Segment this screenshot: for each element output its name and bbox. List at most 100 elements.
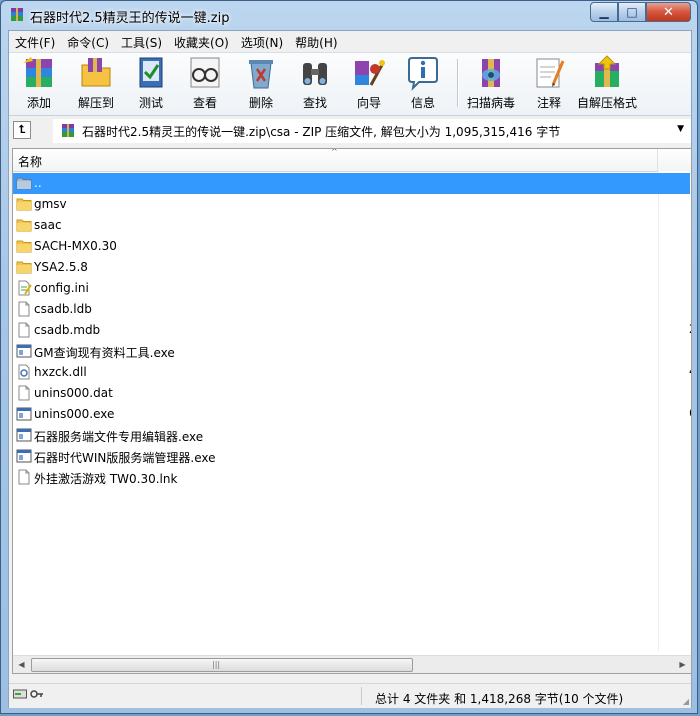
scroll-right-icon[interactable]: ▶ [676,658,689,671]
file-name: unins000.exe [34,407,115,421]
delete-recycle-icon [249,60,273,89]
dll-icon [16,364,32,380]
sfx-button[interactable]: 自解压格式 [575,55,639,113]
window-controls: ▁ □ ✕ [590,2,691,22]
sfx-label: 自解压格式 [576,96,637,110]
column-divider[interactable] [657,149,658,171]
comment-label: 注释 [536,96,561,110]
view-button[interactable]: 查看 [179,55,231,113]
extract-to-label: 解压到 [77,96,114,110]
ini-file-icon [16,280,32,296]
drive-icon[interactable] [13,688,27,700]
file-name: saac [34,218,62,232]
extract-to-button[interactable]: 解压到 [69,55,123,113]
file-name: 石器时代WIN版服务端管理器.exe [34,451,216,465]
file-row[interactable]: YSA2.5.8 [13,257,657,278]
file-icon [16,469,32,485]
menu-file[interactable]: 文件(F) [9,31,61,51]
file-row[interactable]: 外挂激活游戏 TW0.30.lnk [13,467,657,488]
title-bar[interactable]: 石器时代2.5精灵王的传说一键.zip ▁ □ ✕ [1,1,697,29]
find-button[interactable]: 查找 [289,55,341,113]
size-fragment: 6 [689,406,691,420]
scroll-thumb[interactable]: ||| [31,658,413,672]
file-name: csadb.mdb [34,323,101,337]
menu-commands[interactable]: 命令(C) [61,31,115,51]
file-name: 石器服务端文件专用编辑器.exe [34,430,204,444]
menu-bar: 文件(F) 命令(C) 工具(S) 收藏夹(O) 选项(N) 帮助(H) [9,31,691,51]
file-row[interactable]: unins000.exe [13,404,657,425]
add-archive-icon [23,57,52,87]
comment-icon [536,58,565,88]
test-label: 测试 [138,96,163,110]
file-name: unins000.dat [34,386,113,400]
file-name: GM查询现有资料工具.exe [34,346,175,360]
grip-icon: ||| [212,660,221,669]
close-button[interactable]: ✕ [646,2,691,22]
scroll-left-icon[interactable]: ◀ [15,658,28,671]
file-row[interactable]: gmsv [13,194,657,215]
exe-icon [16,427,32,443]
test-button[interactable]: 测试 [125,55,177,113]
menu-favorites[interactable]: 收藏夹(O) [168,31,235,51]
test-icon [139,57,163,88]
address-path-field[interactable]: 石器时代2.5精灵王的传说一键.zip\csa - ZIP 压缩文件, 解包大小… [53,119,691,143]
add-button[interactable]: 添加 [13,55,65,113]
key-icon[interactable] [30,688,44,700]
app-window: 石器时代2.5精灵王的传说一键.zip ▁ □ ✕ 文件(F) 命令(C) 工具… [0,0,698,714]
menu-tools[interactable]: 工具(S) [115,31,168,51]
folder-icon [16,238,32,254]
column-header: 名称 ^ [13,149,691,172]
file-row[interactable]: 石器时代WIN版服务端管理器.exe [13,446,657,467]
file-row[interactable]: GM查询现有资料工具.exe [13,341,657,362]
wizard-button[interactable]: 向导 [343,55,395,113]
folder-icon [16,217,32,233]
add-label: 添加 [26,96,51,110]
delete-button[interactable]: 删除 [235,55,287,113]
close-icon: ✕ [663,4,674,20]
address-path: 石器时代2.5精灵王的传说一键.zip\csa - ZIP 压缩文件, 解包大小… [82,125,561,139]
status-divider [361,687,362,705]
file-row[interactable]: csadb.ldb [13,299,657,320]
size-fragment: 2 [689,322,691,336]
resize-grip-icon[interactable]: ◢ [683,697,689,706]
folder-icon [16,259,32,275]
minimize-icon: ▁ [599,5,609,19]
file-row[interactable]: 石器服务端文件专用编辑器.exe [13,425,657,446]
menu-help[interactable]: 帮助(H) [289,31,343,51]
file-row[interactable]: saac [13,215,657,236]
minimize-button[interactable]: ▁ [590,2,618,22]
menu-options[interactable]: 选项(N) [235,31,289,51]
file-row[interactable]: hxzck.dll [13,362,657,383]
wizard-icon [355,60,385,86]
column-name-header[interactable]: 名称 [18,153,42,170]
file-row[interactable]: config.ini [13,278,657,299]
extract-folder-icon [81,58,111,87]
comment-button[interactable]: 注释 [523,55,575,113]
up-arrow-icon: ⮤ [18,123,26,136]
file-name: YSA2.5.8 [34,260,88,274]
virus-scan-button[interactable]: 扫描病毒 [461,55,521,113]
toolbar: 添加 解压到 测试 查看 删除 查找 向导 信息 扫描病毒 注释 自解压格式 [9,52,691,116]
exe-icon [16,406,32,422]
horizontal-scrollbar[interactable]: ◀ ||| ▶ [13,655,691,673]
file-row[interactable]: unins000.dat [13,383,657,404]
info-button[interactable]: 信息 [397,55,449,113]
address-bar: ⮤ 石器时代2.5精灵王的传说一键.zip\csa - ZIP 压缩文件, 解包… [9,116,691,144]
winrar-app-icon [11,8,23,21]
folder-up-icon [16,175,32,191]
file-row[interactable]: SACH-MX0.30 [13,236,657,257]
file-row[interactable]: .. [13,173,690,194]
up-folder-button[interactable]: ⮤ [13,121,31,139]
view-glasses-icon [190,57,220,88]
file-name: SACH-MX0.30 [34,239,117,253]
info-label: 信息 [410,96,435,110]
file-row[interactable]: csadb.mdb [13,320,657,341]
client-area: 文件(F) 命令(C) 工具(S) 收藏夹(O) 选项(N) 帮助(H) 添加 … [8,30,692,708]
status-icons [13,688,45,702]
chevron-down-icon[interactable]: ▼ [677,124,684,134]
maximize-button[interactable]: □ [618,2,646,22]
wizard-label: 向导 [356,96,381,110]
virus-scan-icon [482,59,500,87]
file-name: gmsv [34,197,67,211]
sfx-icon [595,55,619,87]
